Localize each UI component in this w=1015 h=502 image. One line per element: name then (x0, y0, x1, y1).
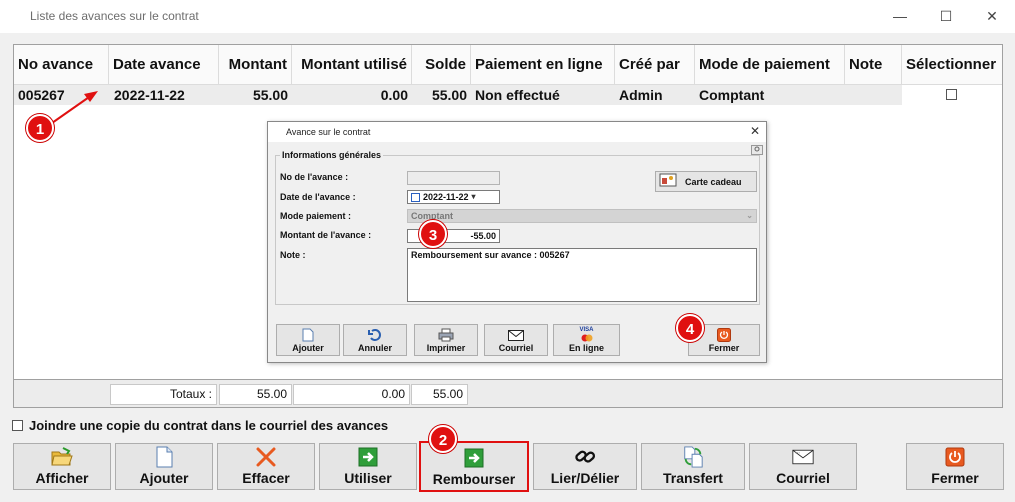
annotation-arrow (51, 91, 98, 124)
step-badge-3: 3 (419, 220, 447, 248)
step-badge-1: 1 (26, 114, 54, 142)
step-badge-2: 2 (429, 425, 457, 453)
step-badge-4: 4 (676, 314, 704, 342)
